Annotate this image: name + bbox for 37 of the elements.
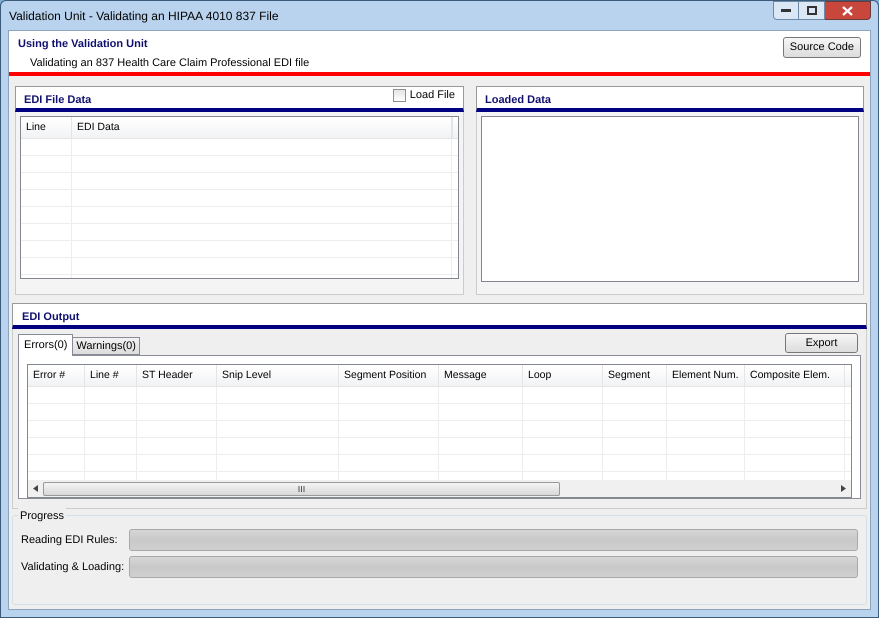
close-icon	[842, 6, 853, 16]
column-header[interactable]: Segment Position	[339, 365, 439, 386]
source-code-button[interactable]: Source Code	[782, 37, 861, 58]
column-header[interactable]: Segment	[603, 365, 667, 386]
column-header[interactable]: Line #	[85, 365, 137, 386]
export-button[interactable]: Export	[785, 333, 858, 353]
header-title: Using the Validation Unit	[18, 37, 149, 52]
close-button[interactable]	[825, 1, 871, 20]
minimize-button[interactable]	[773, 1, 799, 20]
column-header[interactable]: Line	[21, 117, 72, 138]
column-header[interactable]: Error #	[28, 365, 85, 386]
panel-title: EDI File Data	[24, 92, 92, 108]
header-subtitle: Validating an 837 Health Care Claim Professional EDI file	[29, 56, 310, 70]
load-file-checkbox[interactable]: Load File	[392, 87, 455, 104]
horizontal-scrollbar[interactable]	[28, 480, 851, 497]
tab[interactable]: Warnings(0)	[73, 337, 140, 355]
panel-title: EDI Output	[22, 310, 80, 325]
group-title: Progress	[18, 508, 66, 524]
scroll-left-icon[interactable]	[33, 485, 38, 492]
column-header[interactable]: Element Num.	[667, 365, 745, 386]
column-header[interactable]: EDI Data	[72, 117, 452, 138]
column-header[interactable]: Composite Elem.	[745, 365, 845, 386]
panel-title: Loaded Data	[485, 92, 552, 108]
column-header[interactable]: Message	[439, 365, 523, 386]
progress-label: Validating & Loading:	[21, 560, 126, 575]
maximize-button[interactable]	[799, 1, 825, 20]
column-header[interactable]: Snip Level	[217, 365, 339, 386]
progress-label: Reading EDI Rules:	[21, 532, 119, 548]
column-header[interactable]: ST Header	[137, 365, 217, 386]
column-header[interactable]: Loop	[523, 365, 603, 386]
window-title: Validation Unit - Validating an HIPAA 4010 837 File	[8, 8, 278, 24]
scroll-right-icon[interactable]	[841, 485, 846, 492]
grip-icon	[298, 486, 305, 492]
maximize-icon	[806, 6, 816, 15]
scrollbar-thumb[interactable]	[43, 482, 560, 496]
minimize-icon	[781, 8, 791, 12]
tab[interactable]: Errors(0)	[18, 334, 74, 356]
